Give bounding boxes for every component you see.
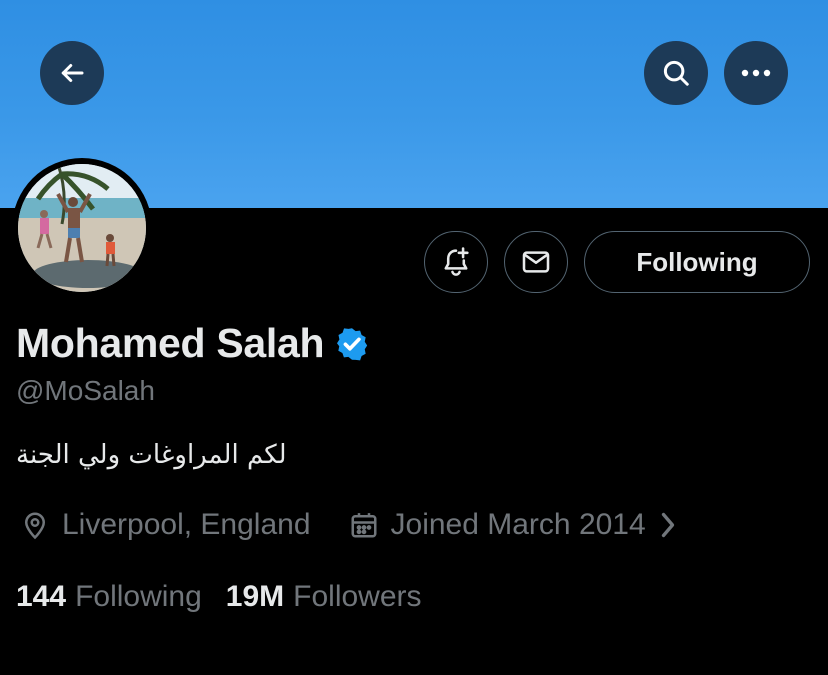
followers-stat[interactable]: 19M Followers [226,580,422,614]
bell-plus-icon [444,247,469,276]
profile-name: Mohamed Salah [16,320,325,366]
notifications-button[interactable] [424,231,488,293]
profile-handle: @MoSalah [16,375,155,406]
joined-item[interactable]: Joined March 2014 [349,508,690,542]
profile-meta: Liverpool, England Joined March 2014 [20,508,690,542]
more-icon [741,69,771,77]
more-options-button[interactable] [724,41,788,105]
following-count: 144 [16,580,67,613]
location-item: Liverpool, England [20,508,311,542]
location-text: Liverpool, England [62,508,311,541]
following-button[interactable]: Following [584,231,810,293]
calendar-icon [351,513,377,538]
following-stat-label: Following [75,580,202,613]
profile-stats: 144 Following 19M Followers [16,580,422,614]
message-button[interactable] [504,231,568,293]
search-icon [663,60,689,86]
following-button-label: Following [636,246,758,277]
mail-icon [522,251,550,273]
chevron-right-icon [661,512,674,538]
avatar[interactable] [12,158,152,298]
profile-bio: لكم المراوغات ولي الجنة [16,440,287,470]
profile-name-row: Mohamed Salah [16,320,370,367]
search-button[interactable] [644,41,708,105]
following-stat[interactable]: 144 Following [16,580,202,614]
followers-count: 19M [225,580,285,613]
avatar-photo [18,164,146,292]
followers-stat-label: Followers [293,580,422,613]
back-button[interactable] [40,41,104,105]
verified-badge-icon[interactable] [334,326,370,362]
back-arrow-icon [61,64,84,82]
joined-text: Joined March 2014 [390,508,646,541]
location-pin-icon [24,512,46,540]
